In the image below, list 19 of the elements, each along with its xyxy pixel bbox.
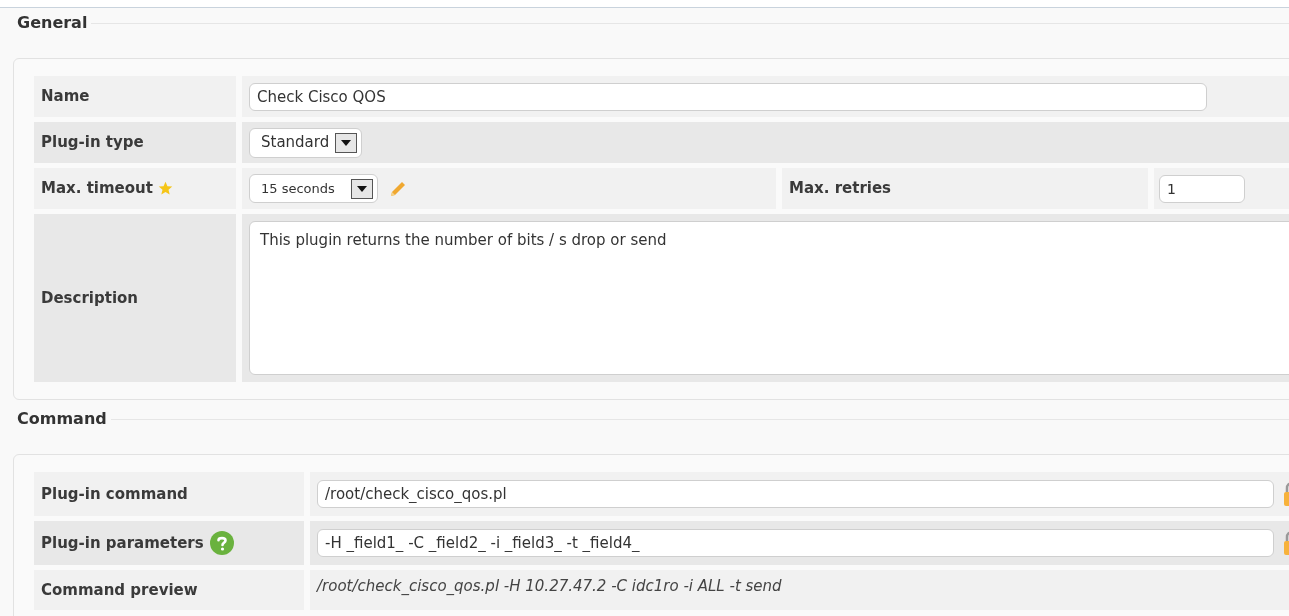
- command-preview: /root/check_cisco_qos.pl -H 10.27.47.2 -C idc1ro -i ALL -t send: [317, 576, 782, 597]
- number-field[interactable]: 1: [1159, 174, 1245, 203]
- help-icon[interactable]: [209, 531, 234, 555]
- field-label: Max. retries: [789, 178, 892, 200]
- text-field[interactable]: /root/check_cisco_qos.pl: [317, 480, 1274, 508]
- description-field[interactable]: This plugin returns the number of bits / s drop or send: [249, 221, 1289, 375]
- field-label: Plug-in command: [41, 483, 188, 505]
- text-field[interactable]: -H _field1_ -C _field2_ -i _field3_ -t _field4_: [317, 529, 1274, 557]
- dropdown[interactable]: 15 seconds: [249, 174, 378, 203]
- field-label: Name: [41, 86, 90, 108]
- field-label: Plug-in parameters: [41, 532, 204, 554]
- field-label: Description: [41, 287, 139, 309]
- section-title: General: [17, 12, 89, 34]
- field-label: Max. timeout: [41, 178, 153, 200]
- field-label: Command preview: [41, 579, 198, 601]
- text-field[interactable]: Check Cisco QOS: [249, 82, 1207, 111]
- dropdown[interactable]: Standard: [249, 127, 363, 158]
- section-title: Command: [17, 408, 108, 430]
- field-label: Plug-in type: [41, 132, 144, 154]
